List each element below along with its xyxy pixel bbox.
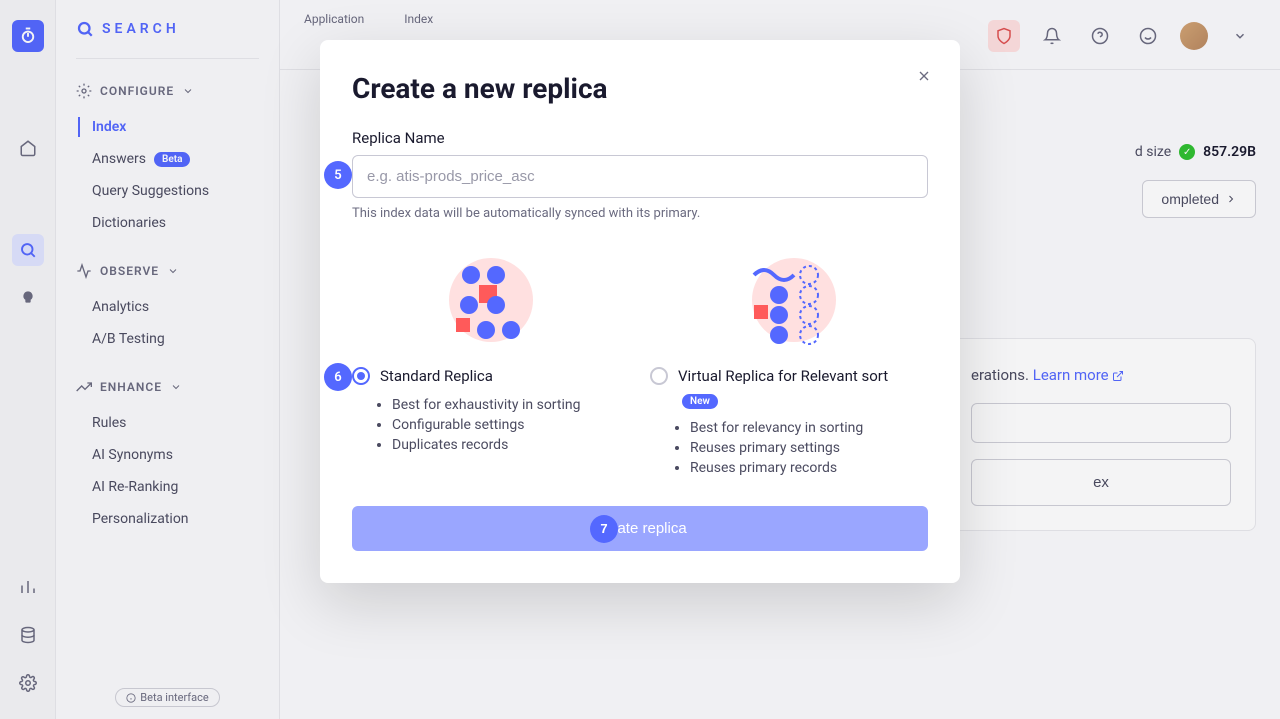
bullet: Duplicates records [392, 435, 630, 455]
create-replica-modal: Create a new replica Replica Name 5 This… [320, 40, 960, 583]
bullet: Configurable settings [392, 415, 630, 435]
modal-title: Create a new replica [352, 72, 928, 105]
illustration-standard [352, 245, 630, 355]
radio-virtual[interactable] [650, 367, 668, 385]
option-standard[interactable]: 6 Standard Replica Best for exhaustivity… [352, 245, 630, 478]
replica-name-input[interactable] [352, 155, 928, 198]
new-badge: New [682, 394, 718, 409]
option-title-virtual: Virtual Replica for Relevant sort [678, 367, 888, 385]
step-badge-5: 5 [324, 161, 352, 189]
create-replica-button[interactable]: 7 Create replica [352, 506, 928, 551]
bullet: Best for relevancy in sorting [690, 418, 928, 438]
option-virtual[interactable]: Virtual Replica for Relevant sort New Be… [650, 245, 928, 478]
step-badge-7: 7 [590, 515, 618, 543]
radio-standard[interactable] [352, 367, 370, 385]
option-title-standard: Standard Replica [380, 367, 493, 385]
bullet: Reuses primary settings [690, 438, 928, 458]
modal-overlay: Create a new replica Replica Name 5 This… [0, 0, 1280, 719]
close-icon[interactable] [912, 64, 936, 88]
bullet: Reuses primary records [690, 458, 928, 478]
helper-text: This index data will be automatically sy… [352, 206, 928, 221]
illustration-virtual [650, 245, 928, 355]
bullet: Best for exhaustivity in sorting [392, 395, 630, 415]
replica-name-label: Replica Name [352, 129, 928, 147]
step-badge-6: 6 [324, 363, 352, 391]
